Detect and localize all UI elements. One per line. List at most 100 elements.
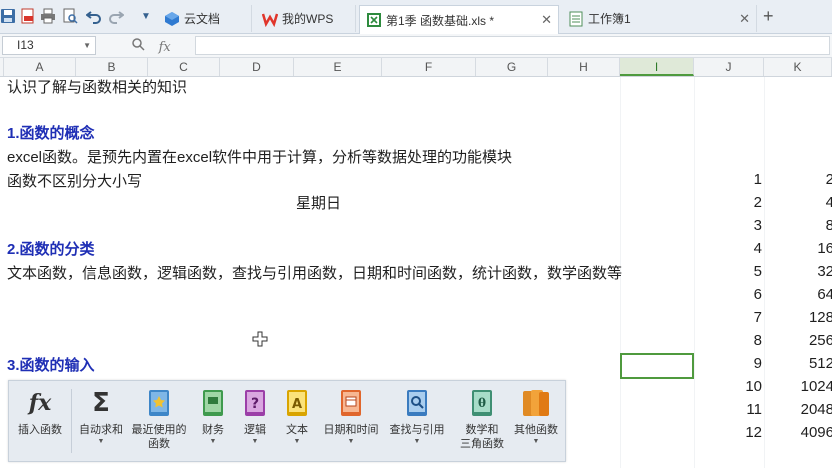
column-header-g[interactable]: G	[476, 58, 548, 76]
wps-logo-icon	[262, 11, 278, 27]
cell-weekday[interactable]: 星期日	[296, 193, 341, 215]
cloud-docs-icon	[164, 11, 180, 27]
cell-k-value[interactable]: 16	[766, 238, 832, 260]
cell-k-value[interactable]: 2048	[766, 399, 832, 421]
column-header-e[interactable]: E	[294, 58, 382, 76]
cell-j-value[interactable]: 4	[700, 238, 762, 260]
financial-book-icon	[198, 387, 228, 419]
spreadsheet-icon	[366, 12, 382, 28]
chevron-down-icon[interactable]: ▼	[83, 37, 91, 54]
math-trig-functions-button[interactable]: θ 数学和 三角函数	[457, 387, 507, 459]
spreadsheet-icon	[568, 11, 584, 27]
section-heading-input[interactable]: 3.函数的输入	[7, 355, 95, 377]
cell-j-value[interactable]: 1	[700, 169, 762, 191]
chevron-down-icon: ▼	[532, 438, 540, 445]
cell-j-value[interactable]: 10	[700, 376, 762, 398]
ribbon-label: 财务	[202, 424, 224, 436]
more-functions-books-icon	[521, 387, 551, 419]
cell-k-value[interactable]: 256	[766, 330, 832, 352]
formula-input[interactable]	[195, 36, 830, 55]
ribbon-label: 最近使用的 函数	[131, 424, 187, 450]
close-icon[interactable]: ✕	[739, 11, 750, 27]
lookup-reference-functions-button[interactable]: 查找与引用 ▼	[385, 387, 449, 459]
cell-k-value[interactable]: 32	[766, 261, 832, 283]
cell-j-value[interactable]: 12	[700, 422, 762, 444]
print-icon[interactable]	[40, 8, 56, 24]
tab-bar: ▼ 云文档 我的WPS 第1季 函数基础.xls * ✕ 工作簿1 ✕ +	[0, 0, 832, 34]
logical-functions-button[interactable]: ? 逻辑 ▼	[237, 387, 273, 459]
cell-k-value[interactable]: 64	[766, 284, 832, 306]
column-header-h[interactable]: H	[548, 58, 620, 76]
cell-j-value[interactable]: 9	[700, 353, 762, 375]
column-header-j[interactable]: J	[694, 58, 764, 76]
cell-k-value[interactable]: 1024	[766, 376, 832, 398]
name-box[interactable]: I13 ▼	[2, 36, 96, 55]
recent-functions-button[interactable]: 最近使用的 函数	[127, 387, 191, 459]
insert-function-fx-icon: fx	[28, 390, 52, 416]
cell-k-value[interactable]: 4	[766, 192, 832, 214]
close-icon[interactable]: ✕	[541, 12, 552, 28]
cell-k-value[interactable]: 8	[766, 215, 832, 237]
new-tab-plus-icon[interactable]: +	[763, 7, 774, 25]
cell-j-value[interactable]: 11	[700, 399, 762, 421]
chevron-down-icon: ▼	[347, 438, 355, 445]
tab-my-wps[interactable]: 我的WPS	[256, 5, 356, 32]
math-trig-book-icon: θ	[467, 387, 497, 419]
save-icon[interactable]	[0, 8, 16, 24]
ribbon-label: 日期和时间	[323, 424, 379, 436]
cell-k-value[interactable]: 2	[766, 169, 832, 191]
svg-text:A: A	[292, 397, 302, 412]
column-header-d[interactable]: D	[220, 58, 294, 76]
section-heading-categories[interactable]: 2.函数的分类	[7, 239, 95, 261]
export-pdf-icon[interactable]	[20, 8, 36, 24]
cell-k-value[interactable]: 128	[766, 307, 832, 329]
chevron-down-icon: ▼	[251, 438, 259, 445]
tab-workbook1[interactable]: 工作簿1 ✕	[562, 5, 757, 32]
column-header-b[interactable]: B	[76, 58, 148, 76]
date-time-functions-button[interactable]: 日期和时间 ▼	[319, 387, 383, 459]
cell-case-text[interactable]: 函数不区别分大小写	[7, 171, 142, 193]
cell-j-value[interactable]: 6	[700, 284, 762, 306]
tab-cloud-docs[interactable]: 云文档	[158, 5, 252, 32]
column-header-i[interactable]: I	[620, 58, 694, 76]
date-time-book-icon	[336, 387, 366, 419]
cell-j-value[interactable]: 3	[700, 215, 762, 237]
text-functions-button[interactable]: A 文本 ▼	[279, 387, 315, 459]
customize-dropdown-icon[interactable]: ▼	[138, 8, 154, 24]
active-cell-selection[interactable]	[620, 353, 694, 379]
cell-j-value[interactable]: 8	[700, 330, 762, 352]
chevron-down-icon: ▼	[293, 438, 301, 445]
more-functions-button[interactable]: 其他函数 ▼	[509, 387, 563, 459]
column-header-a[interactable]: A	[4, 58, 76, 76]
cell-j-value[interactable]: 2	[700, 192, 762, 214]
column-header-c[interactable]: C	[148, 58, 220, 76]
grid-line	[694, 77, 695, 468]
lookup-reference-book-icon	[402, 387, 432, 419]
formula-tools: fx	[132, 38, 181, 55]
tab-active-document[interactable]: 第1季 函数基础.xls * ✕	[359, 5, 559, 34]
insert-function-button[interactable]: fx 插入函数	[13, 387, 67, 459]
logical-book-icon: ?	[240, 387, 270, 419]
cell-j-value[interactable]: 5	[700, 261, 762, 283]
zoom-search-icon[interactable]	[132, 38, 149, 54]
financial-functions-button[interactable]: 财务 ▼	[195, 387, 231, 459]
column-header-k[interactable]: K	[764, 58, 832, 76]
cell-j-value[interactable]: 7	[700, 307, 762, 329]
cell-k-value[interactable]: 4096	[766, 422, 832, 444]
crosshair-cursor-icon	[252, 331, 268, 347]
redo-icon[interactable]	[108, 8, 124, 24]
autosum-sigma-icon: Σ	[92, 388, 110, 418]
autosum-button[interactable]: Σ 自动求和 ▼	[75, 387, 127, 459]
insert-function-fx-icon[interactable]: fx	[159, 40, 171, 55]
chevron-down-icon: ▼	[209, 438, 217, 445]
undo-icon[interactable]	[86, 8, 102, 24]
section-heading-concept[interactable]: 1.函数的概念	[7, 123, 95, 145]
cell-intro-text[interactable]: 认识了解与函数相关的知识	[7, 77, 187, 99]
cell-definition-text[interactable]: excel函数。是预先内置在excel软件中用于计算，分析等数据处理的功能模块	[7, 147, 512, 169]
recent-functions-book-icon	[144, 387, 174, 419]
column-header-f[interactable]: F	[382, 58, 476, 76]
print-preview-icon[interactable]	[62, 8, 78, 24]
cell-k-value[interactable]: 512	[766, 353, 832, 375]
cell-categories-text[interactable]: 文本函数，信息函数，逻辑函数，查找与引用函数，日期和时间函数，统计函数，数学函数…	[7, 263, 622, 285]
tab-label: 工作簿1	[588, 12, 631, 26]
